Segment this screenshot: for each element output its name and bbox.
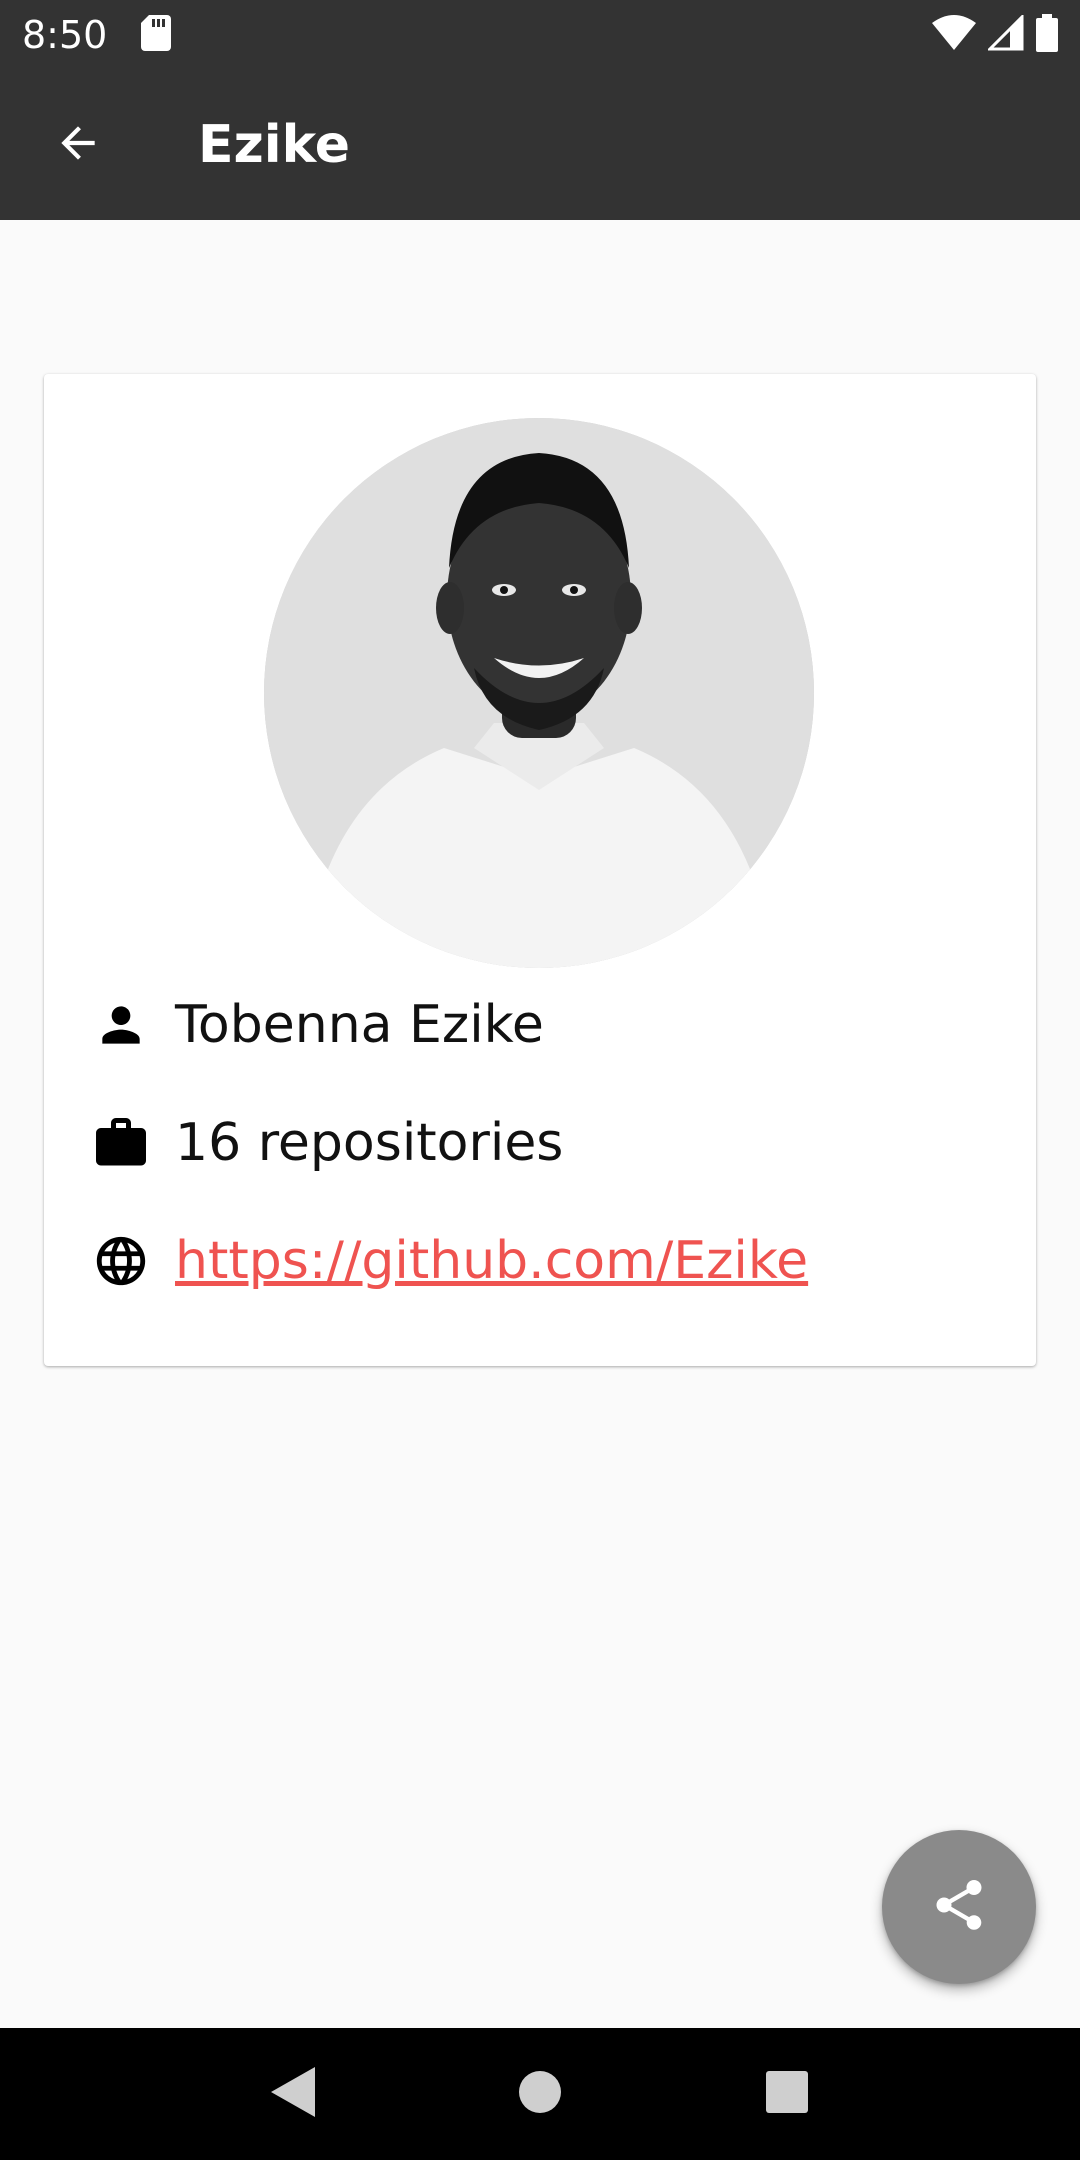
battery-icon — [1036, 13, 1058, 57]
signal-icon — [986, 12, 1024, 56]
system-nav-bar — [0, 2028, 1080, 2160]
github-profile-link[interactable]: https://github.com/Ezike — [175, 1231, 808, 1291]
name-row: Tobenna Ezike — [88, 980, 544, 1070]
nav-recents-button[interactable] — [737, 2044, 837, 2144]
profile-card: Tobenna Ezike 16 repositories https://gi… — [44, 374, 1036, 1366]
globe-icon — [88, 1228, 154, 1294]
back-button[interactable] — [22, 89, 134, 201]
wifi-icon — [932, 14, 976, 56]
briefcase-icon — [88, 1110, 154, 1176]
status-bar: 8:50 — [0, 0, 1080, 70]
nav-back-button[interactable] — [243, 2044, 343, 2144]
user-full-name: Tobenna Ezike — [175, 995, 544, 1055]
share-button[interactable] — [882, 1830, 1036, 1984]
status-right — [932, 12, 1058, 57]
page-title: Ezike — [198, 115, 351, 175]
app-bar: Ezike — [0, 70, 1080, 220]
arrow-back-icon — [53, 118, 103, 173]
recents-square-icon — [765, 2070, 808, 2118]
status-left: 8:50 — [22, 13, 172, 57]
avatar — [264, 418, 814, 968]
status-time: 8:50 — [22, 13, 108, 57]
nav-home-button[interactable] — [490, 2044, 590, 2144]
back-triangle-icon — [271, 2066, 316, 2122]
repositories-row: 16 repositories — [88, 1098, 563, 1188]
home-circle-icon — [518, 2070, 562, 2119]
person-icon — [88, 992, 154, 1058]
repositories-count: 16 repositories — [175, 1113, 564, 1173]
share-icon — [929, 1875, 989, 1940]
sd-card-icon — [141, 14, 172, 56]
url-row: https://github.com/Ezike — [88, 1216, 808, 1306]
